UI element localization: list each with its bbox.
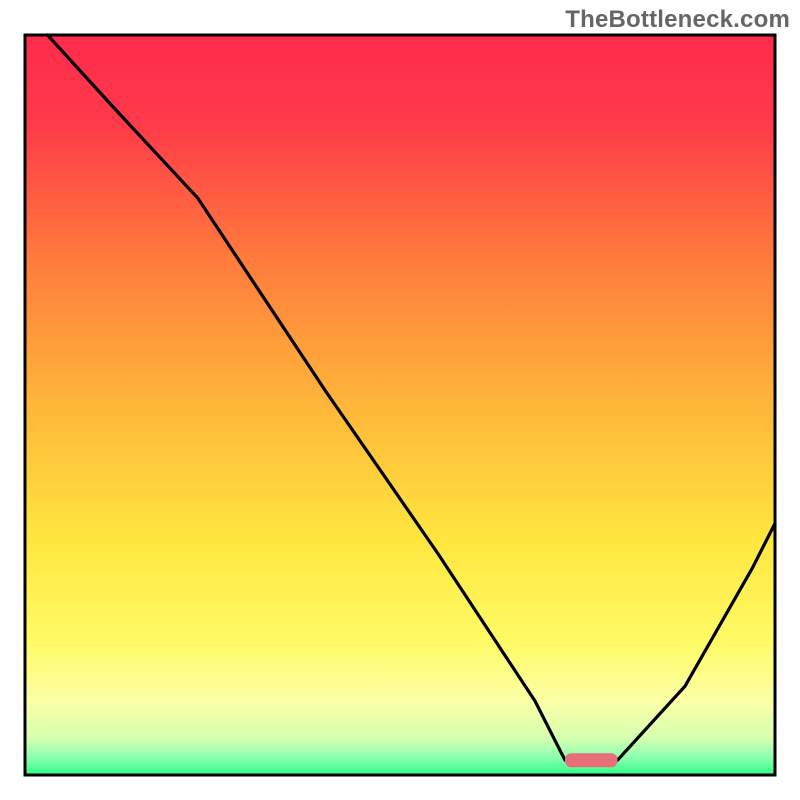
plot-background-gradient: [25, 35, 775, 775]
optimal-range-marker: [565, 753, 618, 767]
bottleneck-chart: [0, 0, 800, 800]
